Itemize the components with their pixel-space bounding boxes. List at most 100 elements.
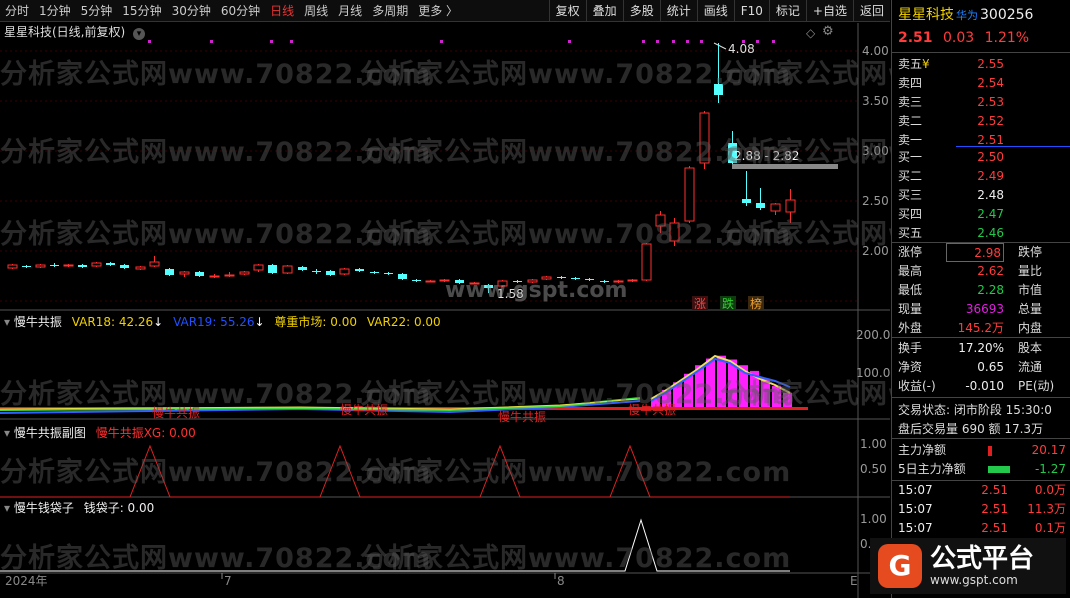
tab-30min[interactable]: 30分钟	[167, 2, 216, 19]
tab-60min[interactable]: 60分钟	[216, 2, 265, 19]
ask-row: 卖四 2.54	[898, 74, 1066, 93]
panel1-histogram	[0, 354, 808, 414]
ytick: 100.0	[856, 366, 890, 380]
bid-label: 买一	[898, 150, 923, 164]
signal-dot	[656, 40, 659, 43]
ask-label: 卖五¥	[898, 57, 930, 71]
stat-value: 2.62	[977, 264, 1004, 278]
draw-line-button[interactable]: 画线	[696, 0, 734, 22]
stat-label2: 市值	[1018, 283, 1043, 297]
ask-label: 卖二	[898, 114, 923, 128]
adjust-button[interactable]: 复权	[548, 0, 586, 22]
mark-button[interactable]: 标记	[768, 0, 806, 22]
stat-value: -0.010	[965, 379, 1004, 393]
marker-rise[interactable]: 涨	[694, 296, 706, 311]
stat-row: 现量 36693 总量	[898, 300, 1066, 319]
stat-label: 现量	[898, 302, 923, 316]
stat-label: 换手	[898, 341, 923, 355]
tab-multi-period[interactable]: 多周期	[367, 2, 413, 19]
tick-volume: 0.0万	[1034, 483, 1066, 497]
add-watchlist-button[interactable]: +自选	[805, 0, 853, 22]
tab-daily[interactable]: 日线	[265, 2, 299, 19]
panel2-name[interactable]: 慢牛共振副图	[14, 426, 86, 440]
yen-icon: ¥	[922, 57, 930, 71]
ytick: 1.00	[860, 512, 887, 526]
signal-dot	[686, 40, 689, 43]
ytick: 3.00	[862, 144, 889, 158]
histogram-bar	[772, 386, 781, 407]
tick-row: 15:07 2.51 0.1万	[898, 519, 1066, 538]
xtick: 8	[557, 574, 565, 588]
overlay-button[interactable]: 叠加	[585, 0, 623, 22]
panel3-header: ▾ 慢牛钱袋子 钱袋子: 0.00	[4, 499, 154, 516]
tab-15min[interactable]: 15分钟	[117, 2, 166, 19]
stat-label2: PE(动)	[1018, 379, 1055, 393]
diamond-icon[interactable]: ◇	[806, 26, 815, 40]
chevron-down-icon[interactable]: ▾	[133, 28, 146, 40]
ytick: 4.00	[862, 44, 889, 58]
main-net-label: 主力净额	[898, 443, 947, 457]
tab-fenshi[interactable]: 分时	[0, 2, 34, 19]
main-net-row: 主力净额 20.17	[898, 441, 1066, 460]
panel1-name[interactable]: 慢牛共振	[14, 315, 62, 329]
tick-row: 15:07 2.51 11.3万	[898, 500, 1066, 519]
tab-more[interactable]: 更多 〉	[413, 2, 463, 19]
stat-row: 最高 2.62 量比	[898, 262, 1066, 281]
candle-body	[655, 214, 666, 227]
stat-label: 涨停	[898, 245, 923, 259]
chevron-down-icon[interactable]: ▾	[4, 426, 10, 440]
var19-value: VAR19: 55.26	[173, 315, 255, 329]
tick-volume: 0.1万	[1034, 521, 1066, 535]
settings-icon[interactable]: ⚙	[822, 24, 834, 39]
stat-label: 最高	[898, 264, 923, 278]
ask-price: 2.52	[977, 114, 1004, 128]
stat-value: 2.28	[977, 283, 1004, 297]
bid-label: 买五	[898, 226, 923, 240]
stat-row: 最低 2.28 市值	[898, 281, 1066, 300]
stat-value: 36693	[965, 302, 1004, 316]
tick-volume: 11.3万	[1027, 502, 1066, 516]
chevron-down-icon[interactable]: ▾	[4, 501, 10, 515]
statistics-button[interactable]: 统计	[659, 0, 697, 22]
marker-fall[interactable]: 跌	[722, 296, 734, 311]
tab-1min[interactable]: 1分钟	[34, 2, 76, 19]
candle-body	[224, 274, 235, 277]
f10-button[interactable]: F10	[733, 0, 769, 22]
marker-rank[interactable]: 榜	[750, 296, 762, 311]
price-change: 0.03	[943, 30, 975, 46]
xtick: 2024年	[5, 574, 48, 588]
bid-row: 买二 2.49	[898, 167, 1066, 186]
resonance-label: 慢牛共振	[152, 405, 200, 420]
bid-price: 2.50	[977, 150, 1004, 164]
multi-stock-button[interactable]: 多股	[622, 0, 660, 22]
price-line: 2.51 0.03 1.21%	[898, 30, 1029, 46]
candle-body	[641, 243, 652, 281]
candle-body	[326, 271, 335, 275]
signal-dots	[148, 40, 775, 43]
tab-monthly[interactable]: 月线	[333, 2, 367, 19]
tab-weekly[interactable]: 周线	[299, 2, 333, 19]
ytick: 2.50	[862, 194, 889, 208]
signal-dot	[568, 40, 571, 43]
candle-body	[179, 271, 190, 275]
ask-row: 卖三 2.53	[898, 93, 1066, 112]
bid-price: 2.49	[977, 169, 1004, 183]
candle-body	[756, 203, 765, 208]
chevron-down-icon[interactable]: ▾	[4, 315, 10, 329]
panel3-name[interactable]: 慢牛钱袋子	[14, 501, 74, 515]
high-pointer	[713, 42, 727, 50]
ytick: 3.50	[862, 94, 889, 108]
tab-5min[interactable]: 5分钟	[76, 2, 118, 19]
stat-value: 145.2万	[957, 321, 1004, 335]
candle-body	[714, 84, 723, 95]
quote-panel: 星星科技 华为 300256 2.51 0.03 1.21% 卖五¥ 2.55 …	[891, 0, 1070, 598]
candle-body	[669, 222, 680, 242]
candle-body	[298, 267, 307, 270]
candle-body	[742, 199, 751, 203]
candle-body	[209, 275, 220, 278]
back-button[interactable]: 返回	[852, 0, 890, 22]
down-arrow-icon: ↓	[254, 315, 265, 329]
candle-body	[35, 264, 46, 268]
stat-label2: 股本	[1018, 341, 1043, 355]
main-net5-label: 5日主力净额	[898, 462, 966, 476]
